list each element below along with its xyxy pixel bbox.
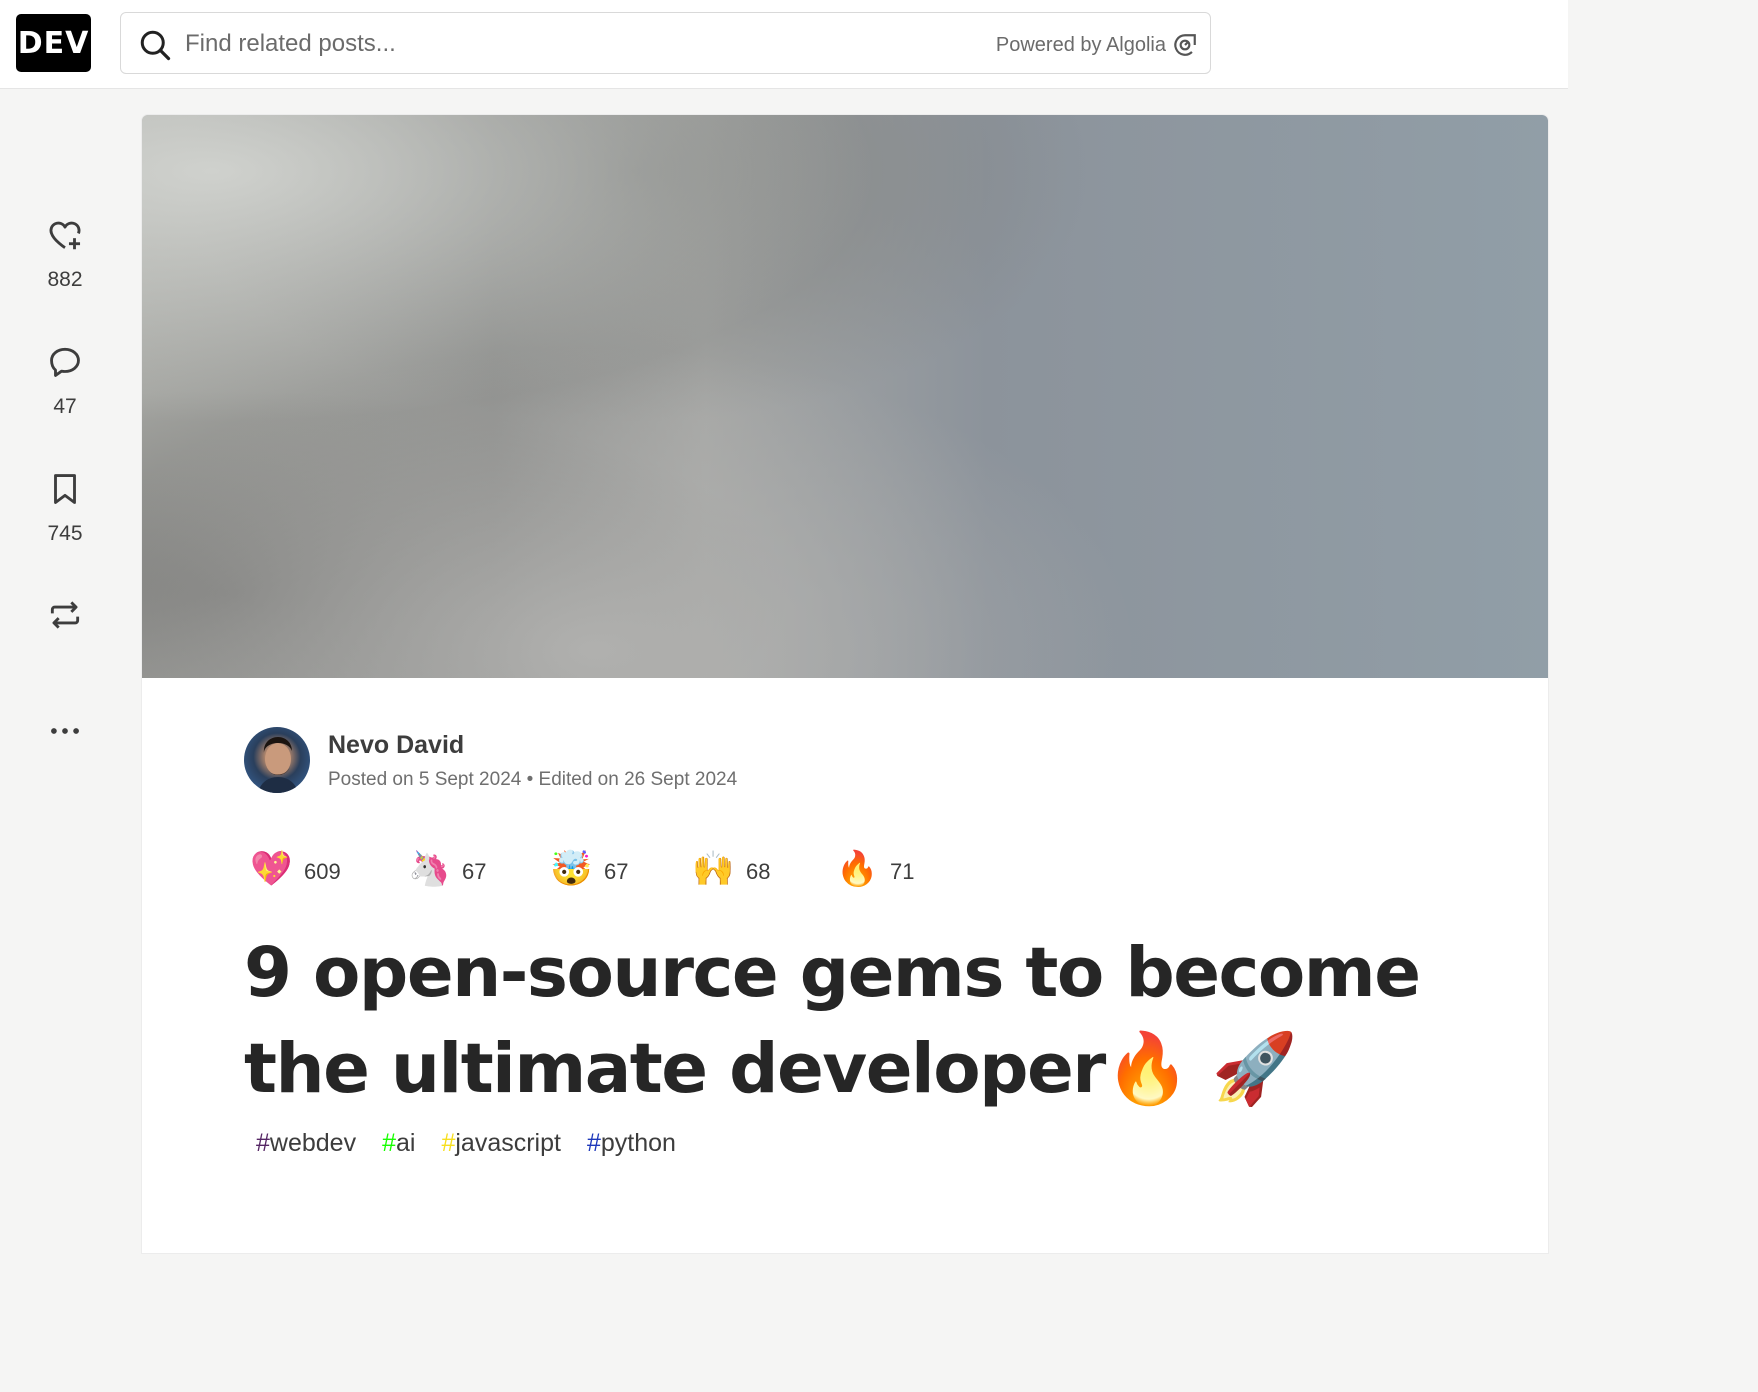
tag-javascript[interactable]: #javascript xyxy=(441,1129,561,1158)
comments-button[interactable]: 47 xyxy=(24,343,106,419)
tag-label: python xyxy=(600,1129,676,1157)
author-name[interactable]: Nevo David xyxy=(328,731,464,760)
more-options-button[interactable] xyxy=(24,712,106,750)
raised-hands-icon: 🙌 xyxy=(692,850,735,888)
tag-hash: # xyxy=(441,1129,456,1157)
tag-label: ai xyxy=(395,1129,416,1157)
reaction-fire[interactable]: 🔥 71 xyxy=(836,849,914,889)
reaction-sparkle-heart[interactable]: 💖 609 xyxy=(250,849,341,889)
post-dates: Posted on 5 Sept 2024 • Edited on 26 Sep… xyxy=(328,769,738,790)
more-dots-icon xyxy=(51,728,79,734)
tag-list: #webdev #ai #javascript #python xyxy=(256,1129,676,1158)
share-repost-button[interactable] xyxy=(24,596,106,634)
powered-by-label: Powered by Algolia xyxy=(995,33,1166,56)
repost-icon xyxy=(50,601,80,629)
reaction-count: 68 xyxy=(746,859,771,884)
avatar-portrait xyxy=(258,737,298,793)
tag-python[interactable]: #python xyxy=(587,1129,676,1158)
article-card: Nevo David Posted on 5 Sept 2024 • Edite… xyxy=(141,114,1549,1254)
dev-logo[interactable]: DEV xyxy=(16,14,91,72)
bookmarks-count: 745 xyxy=(47,522,83,545)
author-avatar[interactable] xyxy=(244,727,310,793)
reaction-raised-hands[interactable]: 🙌 68 xyxy=(692,849,770,889)
reaction-unicorn[interactable]: 🦄 67 xyxy=(408,849,486,889)
reaction-count: 609 xyxy=(304,859,341,884)
tag-label: javascript xyxy=(455,1129,561,1157)
reactions-count: 882 xyxy=(47,268,83,291)
comments-count: 47 xyxy=(53,395,77,418)
tag-hash: # xyxy=(586,1129,601,1157)
reaction-count: 67 xyxy=(462,859,487,884)
reaction-count: 67 xyxy=(604,859,629,884)
tag-hash: # xyxy=(382,1129,396,1157)
tag-hash: # xyxy=(256,1129,270,1157)
unicorn-icon: 🦄 xyxy=(408,850,451,888)
tag-webdev[interactable]: #webdev xyxy=(256,1129,356,1158)
bookmark-button[interactable]: 745 xyxy=(24,470,106,546)
algolia-attribution[interactable]: Powered by Algolia xyxy=(996,31,1198,59)
exploding-head-icon: 🤯 xyxy=(550,850,593,888)
tag-ai[interactable]: #ai xyxy=(382,1129,415,1158)
tag-label: webdev xyxy=(269,1129,357,1157)
search-box[interactable]: Powered by Algolia xyxy=(120,12,1211,74)
article-title: 9 open-source gems to become the ultimat… xyxy=(244,933,1421,1109)
reaction-exploding-head[interactable]: 🤯 67 xyxy=(550,849,628,889)
reaction-count: 71 xyxy=(890,859,915,884)
comment-icon xyxy=(50,347,80,377)
cover-image xyxy=(142,115,1548,678)
top-bar: DEV Powered by Algolia xyxy=(0,0,1568,89)
react-button[interactable]: 882 xyxy=(24,216,106,292)
fire-icon: 🔥 xyxy=(836,850,879,888)
sparkle-heart-icon: 💖 xyxy=(250,850,293,888)
search-input[interactable] xyxy=(185,23,905,65)
search-icon xyxy=(140,30,171,61)
algolia-icon xyxy=(1174,34,1196,56)
bookmark-icon xyxy=(54,474,76,504)
heart-plus-icon xyxy=(49,221,81,250)
